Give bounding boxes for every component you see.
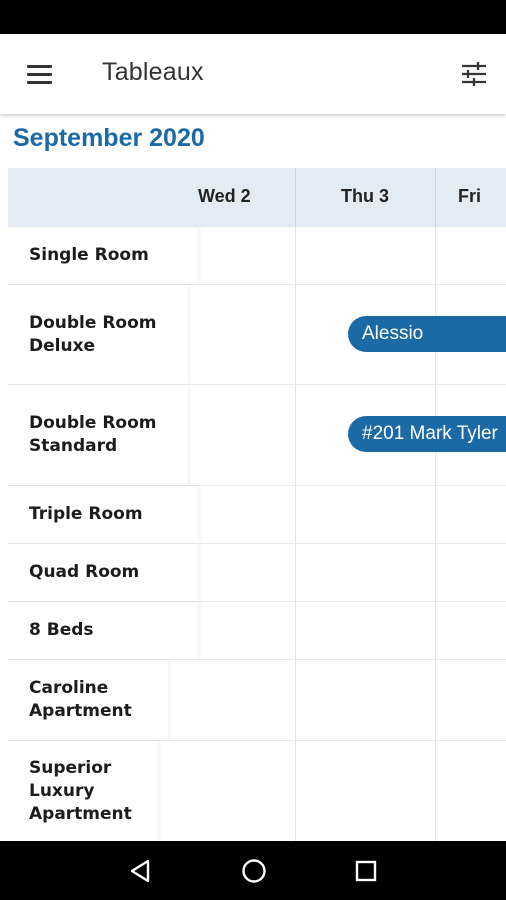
day-header-thu-3[interactable]: Thu 3: [296, 168, 434, 226]
day-header-wed-2[interactable]: Wed 2: [198, 168, 251, 226]
filter-button[interactable]: [456, 56, 492, 92]
menu-button[interactable]: [22, 58, 58, 90]
app-bar: Tableaux: [0, 34, 506, 114]
booking-bar[interactable]: #201 Mark Tyler: [348, 416, 506, 452]
nav-back-icon: [130, 859, 150, 883]
day-header-row: Wed 2 Thu 3 Fri: [8, 168, 506, 226]
system-nav-bar: [0, 841, 506, 900]
room-row-triple: Triple Room: [8, 485, 506, 543]
room-label[interactable]: Double Room Standard: [8, 385, 188, 485]
nav-recents-icon: [355, 860, 377, 882]
room-label[interactable]: 8 Beds: [8, 602, 198, 659]
room-label[interactable]: Caroline Apartment: [8, 660, 168, 740]
status-bar: [0, 0, 506, 34]
room-label[interactable]: Superior Luxury Apartment: [8, 741, 158, 841]
room-row-8-beds: 8 Beds: [8, 601, 506, 659]
booking-bar[interactable]: Alessio: [348, 316, 506, 352]
month-title: September 2020: [13, 124, 205, 152]
room-label[interactable]: Triple Room: [8, 486, 198, 543]
nav-back-button[interactable]: [127, 857, 155, 885]
sliders-icon: [462, 62, 486, 86]
room-row-single: Single Room: [8, 226, 506, 284]
room-row-superior-luxury: Superior Luxury Apartment: [8, 740, 506, 841]
room-label[interactable]: Double Room Deluxe: [8, 285, 188, 384]
room-row-caroline-apartment: Caroline Apartment: [8, 659, 506, 740]
nav-recents-button[interactable]: [352, 857, 380, 885]
room-label[interactable]: Single Room: [8, 227, 198, 284]
nav-home-button[interactable]: [240, 857, 268, 885]
room-row-quad: Quad Room: [8, 543, 506, 601]
nav-home-icon: [242, 859, 266, 883]
booking-grid: Wed 2 Thu 3 Fri Single Room Double Room …: [8, 168, 506, 841]
day-header-fri[interactable]: Fri: [458, 168, 498, 226]
room-label[interactable]: Quad Room: [8, 544, 198, 601]
app-title: Tableaux: [102, 58, 204, 86]
